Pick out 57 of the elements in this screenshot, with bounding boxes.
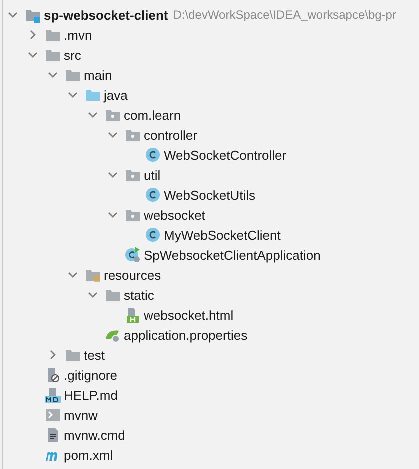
- file-label[interactable]: websocket.html: [144, 308, 234, 322]
- file-label[interactable]: mvnw.cmd: [64, 428, 126, 442]
- folder-label[interactable]: com.learn: [124, 108, 182, 122]
- folder-label[interactable]: controller: [144, 128, 198, 142]
- file-label[interactable]: HELP.md: [64, 388, 118, 402]
- folder-label[interactable]: src: [64, 48, 82, 62]
- module-folder-icon: [25, 7, 41, 23]
- class-icon: [145, 147, 161, 163]
- file-label[interactable]: mvnw: [64, 408, 98, 422]
- file-label[interactable]: WebSocketUtils: [164, 188, 256, 202]
- folder-icon: [85, 87, 101, 103]
- chevron-down-icon[interactable]: [88, 290, 98, 300]
- folder-label[interactable]: java: [104, 88, 128, 102]
- terminal-icon: [45, 407, 61, 423]
- chevron-down-icon[interactable]: [8, 10, 18, 20]
- file-label[interactable]: application.properties: [124, 328, 248, 342]
- file-label[interactable]: SpWebsocketClientApplication: [144, 248, 321, 262]
- file-label[interactable]: pom.xml: [64, 448, 114, 462]
- chevron-down-icon[interactable]: [48, 70, 58, 80]
- folder-label[interactable]: static: [124, 288, 154, 302]
- resources-folder-icon: [85, 267, 101, 283]
- class-icon: [145, 187, 161, 203]
- chevron-right-icon[interactable]: [48, 350, 58, 360]
- chevron-down-icon[interactable]: [108, 130, 118, 140]
- folder-icon: [105, 287, 121, 303]
- chevron-down-icon[interactable]: [88, 110, 98, 120]
- chevron-right-icon[interactable]: [28, 30, 38, 40]
- folder-label[interactable]: test: [84, 348, 105, 362]
- html-file-icon: [125, 307, 141, 323]
- folder-icon: [45, 47, 61, 63]
- folder-label[interactable]: sp-websocket-client: [44, 8, 168, 22]
- package-icon: [125, 127, 141, 143]
- folder-label[interactable]: resources: [104, 268, 162, 282]
- package-icon: [105, 107, 121, 123]
- chevron-down-icon[interactable]: [68, 90, 78, 100]
- folder-label[interactable]: websocket: [144, 208, 206, 222]
- folder-label[interactable]: .mvn: [64, 28, 92, 42]
- folder-icon: [45, 27, 61, 43]
- class-icon: [145, 227, 161, 243]
- folder-icon: [65, 67, 81, 83]
- folder-icon: [65, 347, 81, 363]
- chevron-down-icon[interactable]: [68, 270, 78, 280]
- chevron-down-icon[interactable]: [108, 170, 118, 180]
- file-label[interactable]: .gitignore: [64, 368, 118, 382]
- chevron-down-icon[interactable]: [108, 210, 118, 220]
- package-icon: [125, 167, 141, 183]
- text-file-icon: [45, 427, 61, 443]
- folder-label[interactable]: main: [84, 68, 112, 82]
- project-path: D:\devWorkSpace\IDEA_worksapce\bg-pr: [173, 8, 396, 22]
- ignored-file-icon: [45, 367, 61, 383]
- package-icon: [125, 207, 141, 223]
- markdown-file-icon: [45, 387, 61, 403]
- file-label[interactable]: MyWebSocketClient: [164, 228, 281, 242]
- file-label[interactable]: WebSocketController: [164, 148, 287, 162]
- folder-label[interactable]: util: [144, 168, 161, 182]
- class-run-icon: [125, 247, 141, 263]
- chevron-down-icon[interactable]: [28, 50, 38, 60]
